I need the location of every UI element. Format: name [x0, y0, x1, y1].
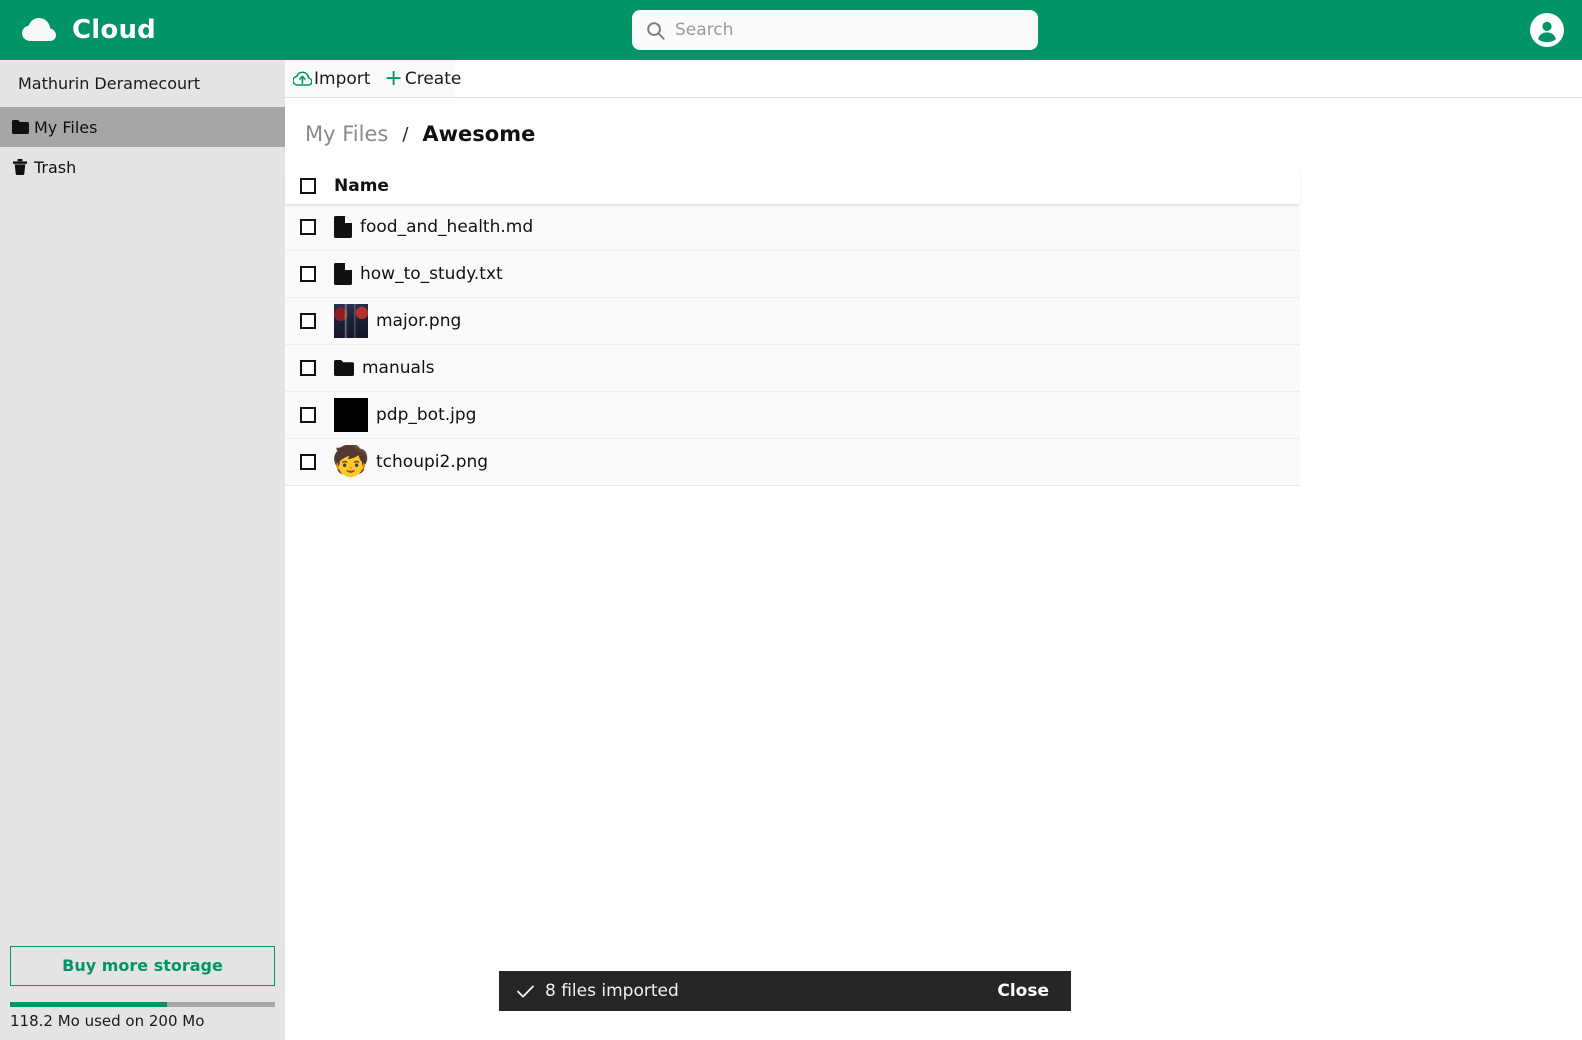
toast-close-button[interactable]: Close	[997, 981, 1049, 1001]
file-name: pdp_bot.jpg	[376, 405, 477, 425]
row-content: 🧒 tchoupi2.png	[334, 445, 488, 479]
import-button[interactable]: Import	[285, 60, 384, 97]
folder-icon	[10, 120, 30, 134]
breadcrumb: My Files / Awesome	[285, 98, 1582, 146]
storage-progress-fill	[10, 1002, 167, 1007]
row-checkbox[interactable]	[300, 454, 316, 470]
table-header-row: Name	[285, 168, 1300, 204]
breadcrumb-separator: /	[402, 123, 409, 145]
user-avatar-icon[interactable]	[1530, 13, 1564, 47]
row-checkbox[interactable]	[300, 407, 316, 423]
row-content: how_to_study.txt	[334, 263, 503, 285]
storage-progress-bar	[10, 1002, 275, 1007]
create-button[interactable]: + Create	[384, 60, 461, 97]
create-label: Create	[404, 68, 462, 89]
table-row[interactable]: how_to_study.txt	[285, 251, 1300, 298]
check-icon	[517, 985, 534, 998]
search-box[interactable]	[632, 10, 1038, 50]
file-name: manuals	[362, 358, 435, 378]
storage-usage-text: 118.2 Mo used on 200 Mo	[10, 1012, 205, 1030]
select-all-checkbox[interactable]	[300, 178, 316, 194]
table-row[interactable]: food_and_health.md	[285, 204, 1300, 251]
trash-icon	[10, 159, 30, 175]
toast-notification: 8 files imported Close	[499, 971, 1071, 1011]
sidebar-item-trash[interactable]: Trash	[0, 147, 285, 187]
row-checkbox[interactable]	[300, 266, 316, 282]
cloud-upload-icon	[293, 71, 312, 86]
search-icon	[646, 21, 665, 40]
row-checkbox[interactable]	[300, 313, 316, 329]
breadcrumb-current: Awesome	[422, 122, 536, 146]
sidebar-item-label: My Files	[34, 117, 98, 137]
sidebar-user-name: Mathurin Deramecourt	[18, 74, 200, 93]
breadcrumb-root[interactable]: My Files	[305, 122, 388, 146]
sidebar-item-label: Trash	[34, 157, 77, 177]
toast-content: 8 files imported	[517, 981, 679, 1001]
file-name: food_and_health.md	[360, 217, 534, 237]
action-toolbar: Import + Create	[285, 60, 1582, 98]
brand-title: Cloud	[72, 15, 156, 45]
row-content: 😢 pdp_bot.jpg	[334, 398, 476, 432]
row-checkbox[interactable]	[300, 219, 316, 235]
storage-section: Buy more storage 118.2 Mo used on 200 Mo	[0, 936, 285, 1040]
table-row[interactable]: major.png	[285, 298, 1300, 345]
plus-icon: +	[384, 65, 403, 91]
table-row[interactable]: 😢 pdp_bot.jpg	[285, 392, 1300, 439]
cloud-icon	[22, 18, 56, 42]
row-checkbox[interactable]	[300, 360, 316, 376]
toast-message: 8 files imported	[545, 981, 679, 1001]
main-content: Import + Create My Files / Awesome Name …	[285, 60, 1582, 1040]
column-header-name: Name	[334, 176, 389, 196]
row-content: food_and_health.md	[334, 216, 533, 238]
image-thumbnail	[334, 304, 368, 338]
file-name: tchoupi2.png	[376, 452, 489, 472]
table-body: food_and_health.md how_to_study.txt major.…	[285, 204, 1300, 486]
file-name: how_to_study.txt	[360, 264, 503, 284]
image-thumbnail: 😢	[334, 398, 368, 432]
search-input[interactable]	[675, 20, 1024, 40]
row-content: major.png	[334, 304, 461, 338]
sidebar: Mathurin Deramecourt My Files Trash Buy …	[0, 60, 285, 1040]
file-icon	[334, 216, 352, 238]
file-table: Name food_and_health.md how_to_study.txtm…	[285, 168, 1300, 486]
app-root: Cloud Mathurin Deramecourt	[0, 0, 1582, 1040]
folder-icon	[334, 360, 354, 376]
image-thumbnail: 🧒	[334, 445, 368, 479]
table-row[interactable]: 🧒 tchoupi2.png	[285, 439, 1300, 486]
import-label: Import	[314, 68, 371, 89]
file-icon	[334, 263, 352, 285]
top-header-bar: Cloud	[0, 0, 1582, 60]
row-content: manuals	[334, 358, 435, 378]
sidebar-item-my-files[interactable]: My Files	[0, 107, 285, 147]
table-row[interactable]: manuals	[285, 345, 1300, 392]
brand: Cloud	[0, 15, 156, 45]
file-name: major.png	[376, 311, 462, 331]
buy-more-storage-button[interactable]: Buy more storage	[10, 946, 275, 986]
